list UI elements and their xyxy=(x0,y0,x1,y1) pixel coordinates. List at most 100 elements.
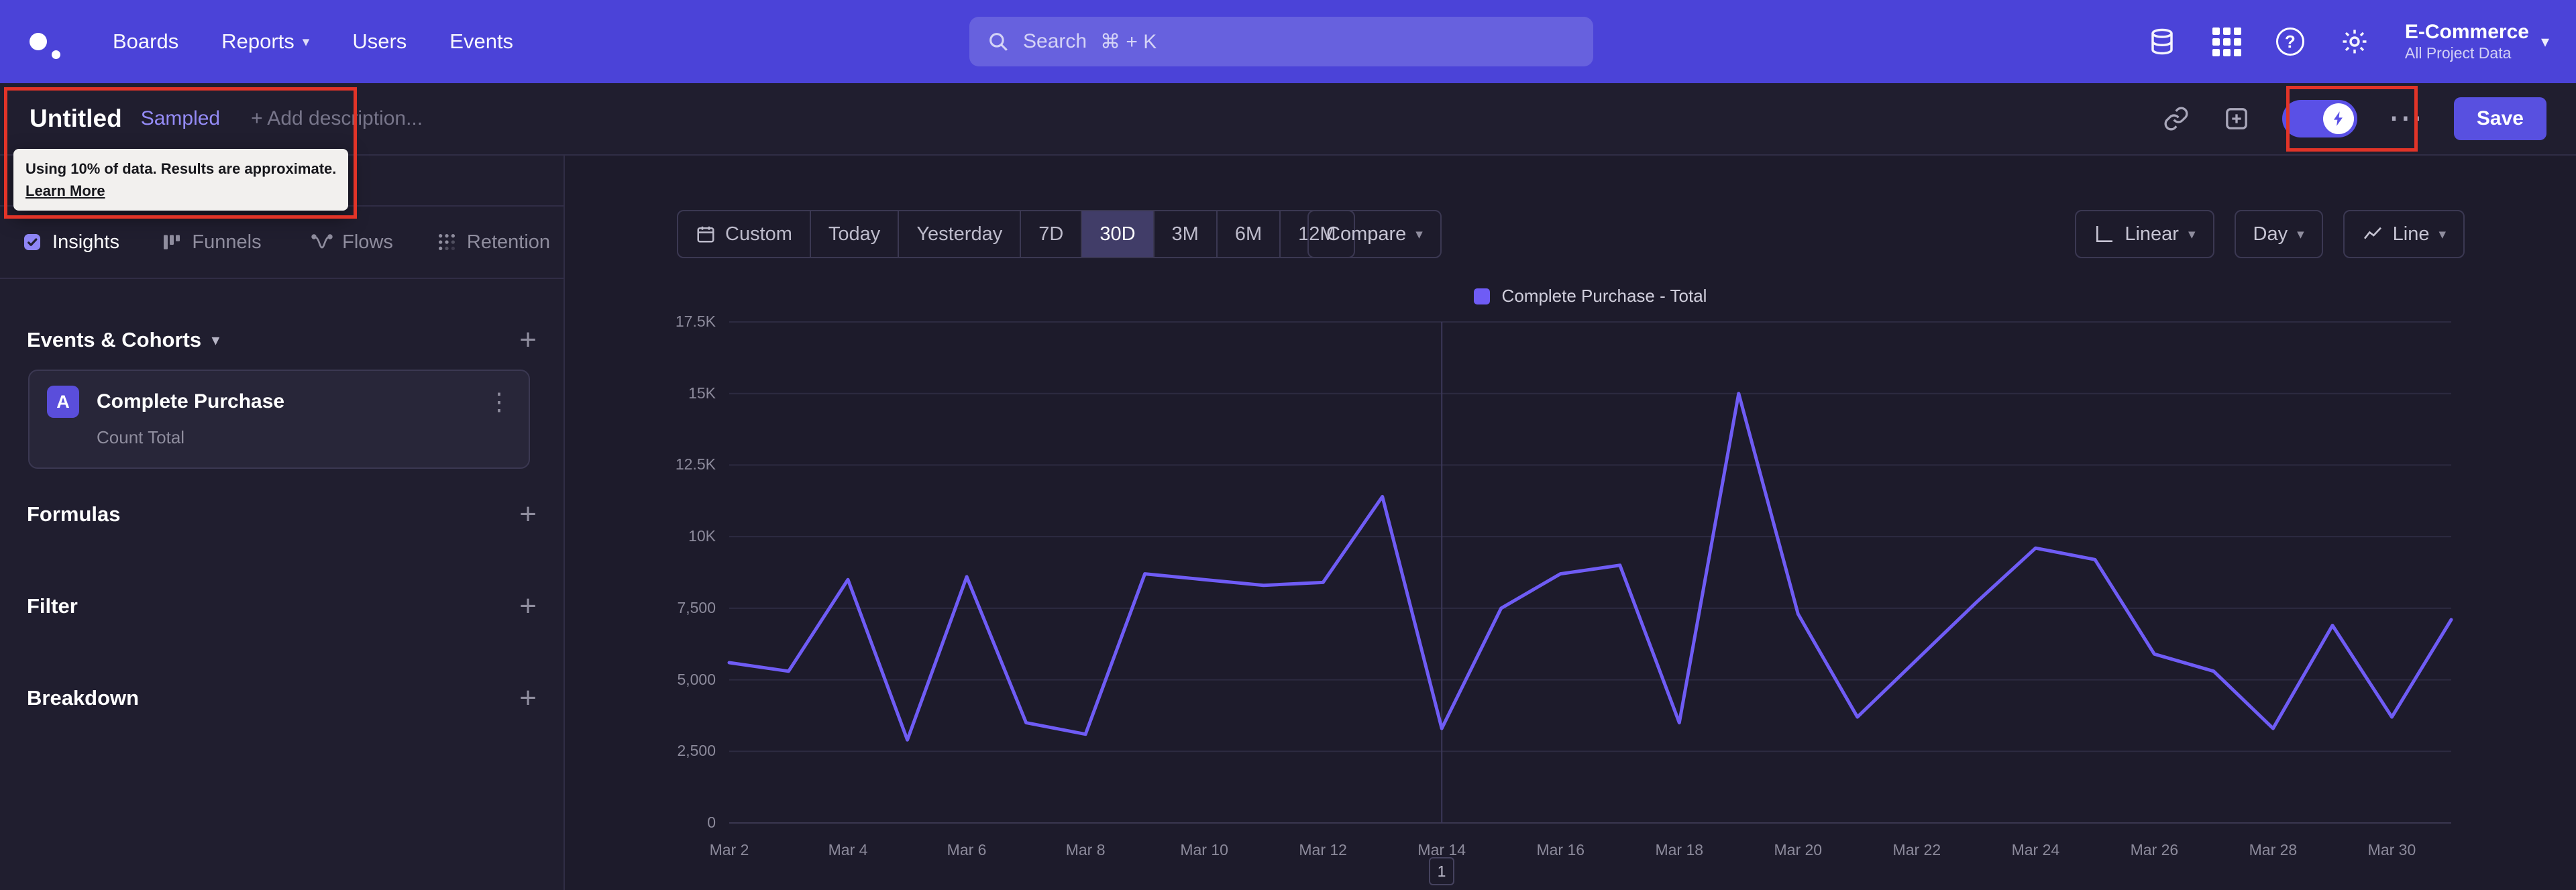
tab-label: Retention xyxy=(466,231,551,253)
project-name: E-Commerce xyxy=(2404,21,2529,44)
sampling-toggle-knob xyxy=(2322,103,2354,134)
copy-link-icon[interactable] xyxy=(2161,104,2191,133)
legend-label[interactable]: Complete Purchase - Total xyxy=(1502,286,1707,307)
apps-grid-icon[interactable] xyxy=(2212,27,2241,56)
trend-chart-svg xyxy=(727,321,2453,824)
linear-axis-icon xyxy=(2094,223,2115,245)
chevron-down-icon: ▾ xyxy=(2438,226,2446,242)
pagination-page[interactable]: 1 xyxy=(1429,857,1454,885)
section-filter: Filter + xyxy=(0,586,564,626)
x-axis-label: Mar 8 xyxy=(1065,841,1106,858)
add-to-board-icon[interactable] xyxy=(2222,104,2251,133)
search-input[interactable]: Search ⌘ + K xyxy=(969,17,1593,66)
date-range-label: Yesterday xyxy=(916,223,1003,245)
granularity-dropdown[interactable]: Day ▾ xyxy=(2234,210,2323,258)
report-title[interactable]: Untitled xyxy=(30,105,122,133)
tab-funnels[interactable]: Funnels xyxy=(141,207,282,278)
chart-legend: Complete Purchase - Total xyxy=(729,286,2451,307)
x-axis-label: Mar 6 xyxy=(947,841,987,858)
date-range-label: Custom xyxy=(725,223,792,245)
lightning-icon xyxy=(2333,111,2343,126)
search-placeholder: Search xyxy=(1023,30,1087,52)
event-name[interactable]: Complete Purchase xyxy=(97,390,284,413)
add-description-field[interactable]: + Add description... xyxy=(251,107,423,130)
date-range-label: 7D xyxy=(1038,223,1064,245)
project-subtitle: All Project Data xyxy=(2404,44,2512,62)
y-axis-label: 12.5K xyxy=(675,455,716,474)
search-shortcut: ⌘ + K xyxy=(1100,30,1157,53)
date-range-30d[interactable]: 30D xyxy=(1081,211,1153,257)
chart-type-dropdown[interactable]: Line ▾ xyxy=(2343,210,2465,258)
date-range-today[interactable]: Today xyxy=(809,211,898,257)
x-axis-label: Mar 30 xyxy=(2367,841,2416,858)
date-range-label: 30D xyxy=(1099,223,1136,245)
x-axis-label: Mar 14 xyxy=(1417,841,1466,858)
date-range-label: 3M xyxy=(1171,223,1199,245)
kebab-menu-icon[interactable]: ⋮ xyxy=(487,390,511,414)
sidebar: Insights Funnels Flows Retention Events & C… xyxy=(0,156,565,890)
y-axis-label: 0 xyxy=(707,814,716,831)
funnels-icon xyxy=(161,231,182,253)
chart-plot-area[interactable] xyxy=(727,321,2453,824)
learn-more-link[interactable]: Learn More xyxy=(25,180,336,202)
chevron-down-icon: ▾ xyxy=(2188,226,2196,242)
nav-item-label: Reports xyxy=(221,30,294,53)
nav-item-boards[interactable]: Boards xyxy=(113,30,178,54)
sampled-badge[interactable]: Sampled xyxy=(141,107,220,130)
legend-swatch xyxy=(1473,288,1490,304)
logo[interactable] xyxy=(30,25,60,59)
x-axis-label: Mar 20 xyxy=(1774,841,1823,858)
x-axis-label: Mar 2 xyxy=(709,841,749,858)
event-card-row: A Complete Purchase ⋮ xyxy=(47,386,511,418)
events-cohorts-section: Events & Cohorts ▾ + xyxy=(0,320,564,360)
add-filter-button[interactable]: + xyxy=(519,592,537,621)
flows-icon xyxy=(311,231,333,253)
date-range-yesterday[interactable]: Yesterday xyxy=(898,211,1020,257)
report-header: Untitled Sampled + Add description... ⋯ … xyxy=(0,83,2576,156)
date-range-label: Today xyxy=(828,223,881,245)
nav-item-reports[interactable]: Reports ▾ xyxy=(221,30,309,54)
add-formulas-button[interactable]: + xyxy=(519,500,537,529)
x-axis-label: Mar 4 xyxy=(828,841,868,858)
event-letter-badge: A xyxy=(47,386,79,418)
project-switcher[interactable]: E-Commerce All Project Data ▾ xyxy=(2405,20,2549,63)
add-breakdown-button[interactable]: + xyxy=(519,683,537,713)
events-cohorts-label[interactable]: Events & Cohorts xyxy=(27,328,201,352)
date-range-label: 6M xyxy=(1234,223,1263,245)
tab-retention[interactable]: Retention xyxy=(423,207,564,278)
calendar-icon xyxy=(696,224,716,244)
add-event-button[interactable]: + xyxy=(519,325,537,355)
data-icon[interactable] xyxy=(2147,26,2178,57)
save-button[interactable]: Save xyxy=(2453,97,2546,140)
scale-dropdown[interactable]: Linear ▾ xyxy=(2075,210,2214,258)
analytics-app: Boards Reports ▾ Users Events Search ⌘ + K ?… xyxy=(0,0,2576,890)
tab-flows[interactable]: Flows xyxy=(282,207,423,278)
line-chart-icon xyxy=(2362,223,2383,245)
retention-icon xyxy=(436,231,458,253)
sampling-toggle[interactable] xyxy=(2282,100,2357,137)
scale-label: Linear xyxy=(2125,223,2179,245)
y-axis-label: 5,000 xyxy=(677,670,716,688)
date-range-group: Custom Today Yesterday 7D 30D 3M 6M 12M xyxy=(677,210,1355,258)
date-range-custom[interactable]: Custom xyxy=(678,211,810,257)
event-card[interactable]: A Complete Purchase ⋮ Count Total xyxy=(28,370,530,469)
date-range-6m[interactable]: 6M xyxy=(1216,211,1279,257)
x-axis-label: Mar 12 xyxy=(1299,841,1347,858)
tab-label: Insights xyxy=(52,231,119,253)
date-range-3m[interactable]: 3M xyxy=(1152,211,1216,257)
tab-insights[interactable]: Insights xyxy=(0,207,141,278)
x-axis-label: Mar 10 xyxy=(1180,841,1228,858)
tab-label: Flows xyxy=(342,231,393,253)
nav-item-users[interactable]: Users xyxy=(352,30,407,54)
help-icon[interactable]: ? xyxy=(2275,27,2304,56)
x-axis-label: Mar 24 xyxy=(2011,841,2060,858)
more-options-icon[interactable]: ⋯ xyxy=(2388,101,2423,135)
compare-button[interactable]: Compare ▾ xyxy=(1307,210,1442,258)
settings-gear-icon[interactable] xyxy=(2339,26,2370,57)
event-metric[interactable]: Count Total xyxy=(97,427,511,448)
nav-item-events[interactable]: Events xyxy=(449,30,513,54)
section-formulas: Formulas + xyxy=(0,494,564,535)
section-label: Formulas xyxy=(27,502,121,526)
section-breakdown: Breakdown + xyxy=(0,678,564,718)
date-range-7d[interactable]: 7D xyxy=(1020,211,1081,257)
